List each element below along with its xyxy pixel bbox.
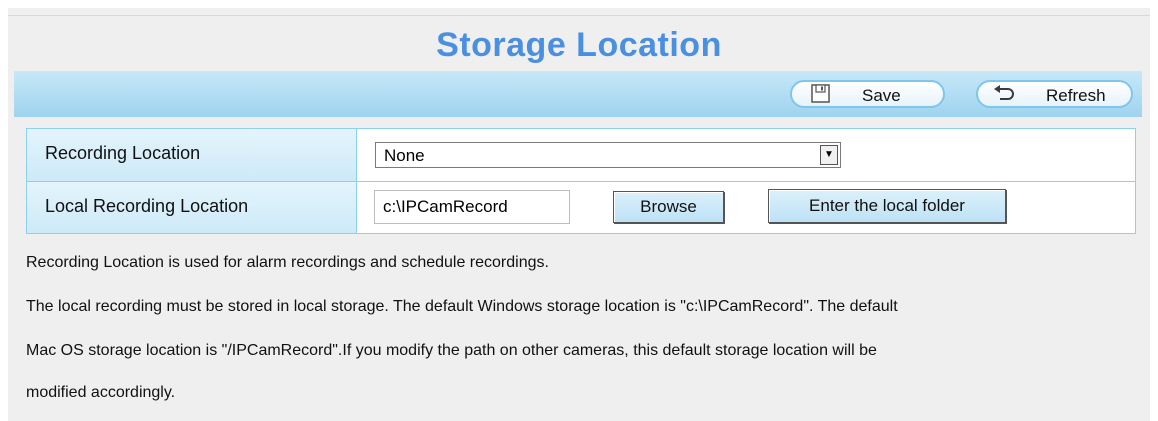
storage-location-panel: Storage Location Save Refresh Recording … [8, 8, 1150, 421]
save-button[interactable]: Save [790, 80, 945, 108]
refresh-button-label: Refresh [1046, 86, 1106, 105]
description-line: Recording Location is used for alarm rec… [26, 254, 549, 271]
browse-button[interactable]: Browse [613, 191, 724, 223]
settings-table: Recording Location None ▼ Local Recordin… [26, 128, 1136, 234]
enter-local-folder-button[interactable]: Enter the local folder [768, 189, 1006, 223]
description-line: The local recording must be stored in lo… [26, 298, 898, 315]
page-title: Storage Location [436, 26, 722, 64]
floppy-disk-icon [810, 84, 832, 104]
header-divider [8, 15, 1150, 16]
local-recording-location-row: Local Recording Location Browse Enter th… [27, 182, 1135, 233]
recording-location-row: Recording Location None ▼ [27, 129, 1135, 182]
local-path-input[interactable] [374, 190, 570, 224]
toolbar: Save Refresh [14, 71, 1142, 117]
dropdown-arrow-icon[interactable]: ▼ [820, 145, 838, 165]
refresh-arrow-icon [992, 84, 1014, 104]
local-recording-location-label-cell: Local Recording Location [27, 182, 357, 233]
description-line: Mac OS storage location is "/IPCamRecord… [26, 342, 877, 359]
save-button-label: Save [862, 86, 901, 105]
description-line: modified accordingly. [26, 384, 176, 401]
recording-location-label-cell: Recording Location [27, 129, 357, 181]
refresh-button[interactable]: Refresh [976, 80, 1133, 108]
recording-location-label: Recording Location [45, 143, 201, 163]
recording-location-selected-value: None [384, 146, 425, 165]
recording-location-select[interactable]: None ▼ [375, 142, 841, 168]
local-recording-location-label: Local Recording Location [45, 196, 249, 216]
